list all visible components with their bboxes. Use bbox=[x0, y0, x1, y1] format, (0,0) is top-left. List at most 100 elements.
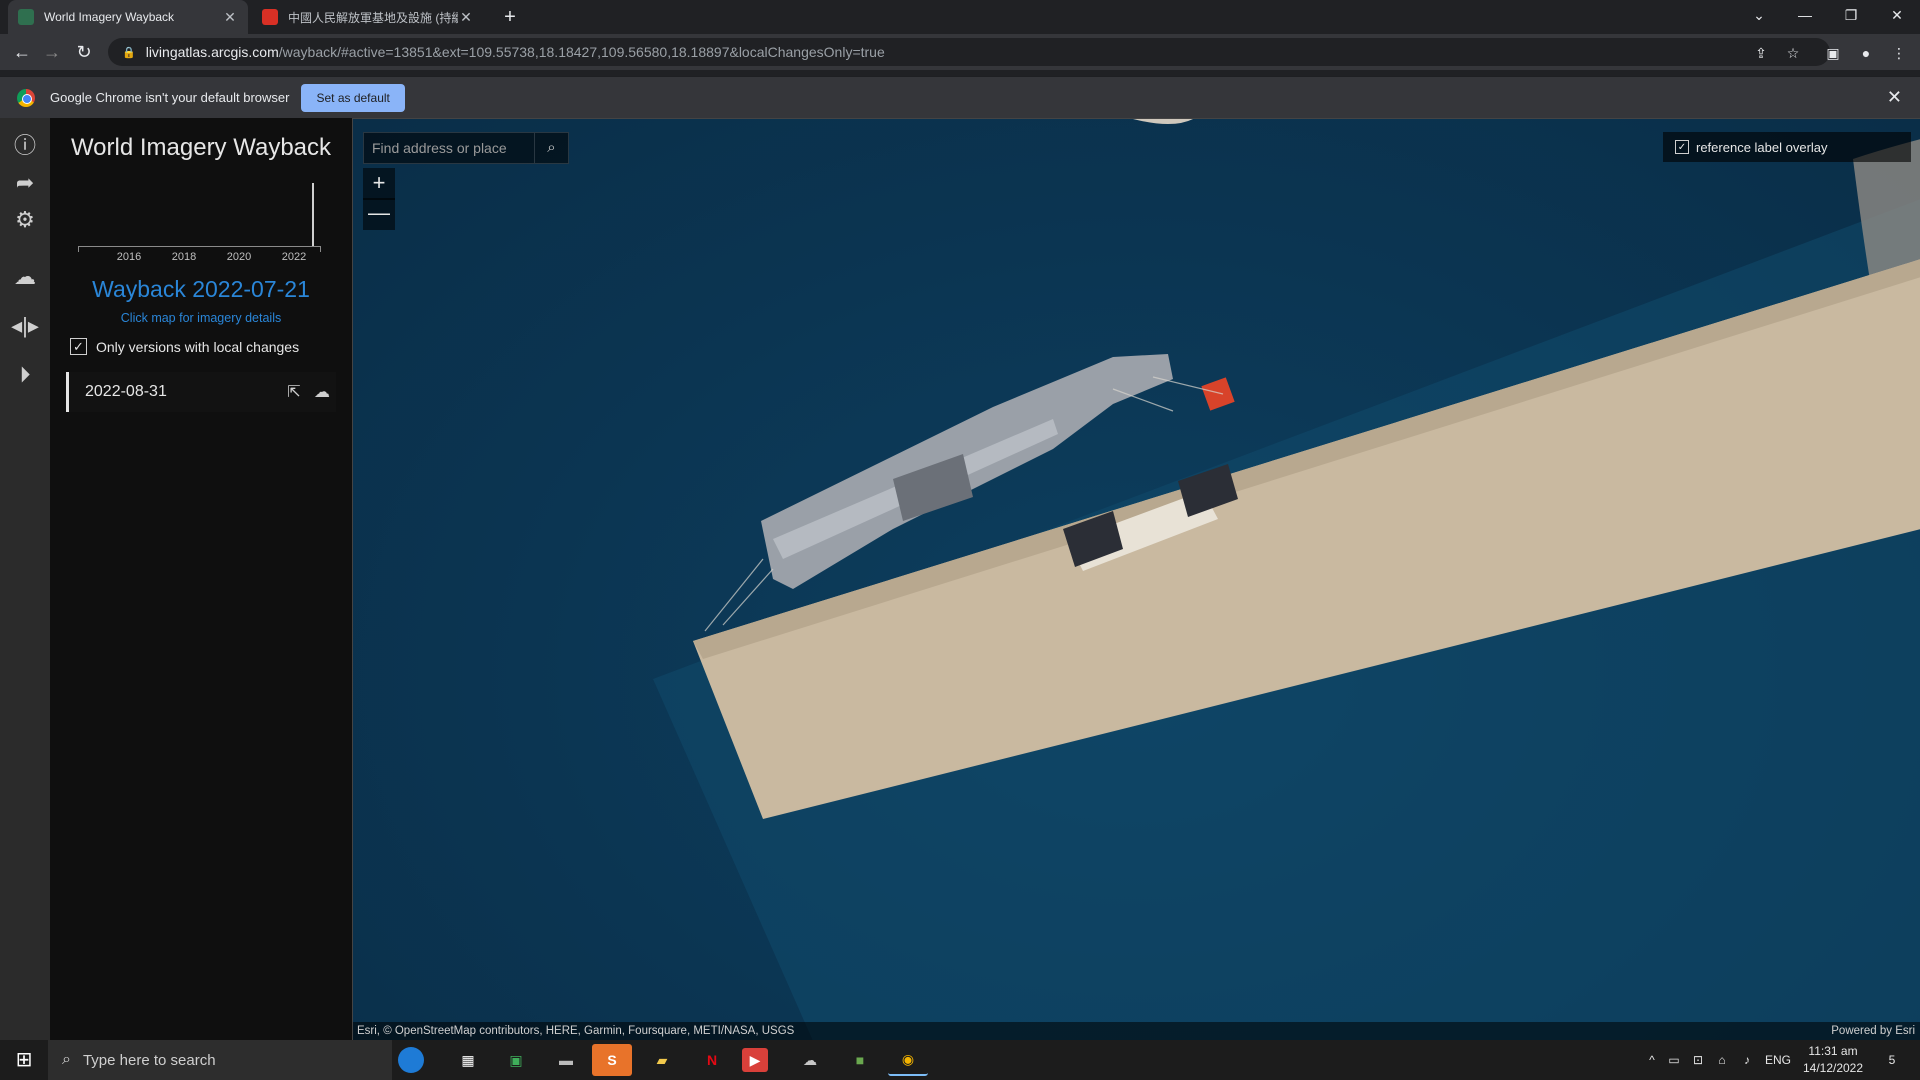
swipe-cloud-icon[interactable]: ☁ bbox=[11, 263, 39, 291]
side-panel-icon[interactable]: ▣ bbox=[1822, 42, 1844, 64]
windows-start-icon[interactable]: ⊞ bbox=[0, 1040, 48, 1080]
file-explorer-icon[interactable]: ▰ bbox=[642, 1044, 682, 1076]
search-input[interactable] bbox=[364, 133, 534, 163]
timeline-year-label: 2022 bbox=[281, 251, 307, 263]
default-browser-infobar: Google Chrome isn't your default browser… bbox=[0, 76, 1920, 118]
video-app-icon[interactable]: ▶ bbox=[742, 1048, 768, 1072]
timeline-axis bbox=[78, 246, 321, 247]
weather-app-icon[interactable]: ☁ bbox=[790, 1044, 830, 1076]
taskbar-search-placeholder: Type here to search bbox=[82, 1051, 216, 1069]
system-clock[interactable]: 11:31 am 14/12/2022 bbox=[1798, 1043, 1868, 1077]
address-bar[interactable]: 🔒 livingatlas.arcgis.com /wayback/#activ… bbox=[108, 38, 1830, 66]
overlay-label: reference label overlay bbox=[1696, 139, 1828, 155]
share-page-icon[interactable]: ⇪ bbox=[1750, 42, 1772, 64]
search-icon[interactable]: ⌕ bbox=[534, 133, 568, 163]
timeline-selected-marker[interactable] bbox=[312, 183, 314, 246]
map-attribution: Esri, © OpenStreetMap contributors, HERE… bbox=[353, 1022, 1920, 1040]
reload-icon[interactable]: ↻ bbox=[70, 38, 98, 66]
notification-count: 5 bbox=[1888, 1053, 1896, 1067]
store-icon[interactable]: ▦ bbox=[448, 1044, 488, 1076]
wayback-sidebar: World Imagery Wayback 2016 2018 2020 202… bbox=[50, 118, 352, 1040]
close-tab-icon[interactable]: ✕ bbox=[222, 9, 238, 26]
open-external-icon[interactable]: ⇱ bbox=[280, 382, 308, 402]
rocks bbox=[1133, 119, 1193, 124]
local-changes-label: Only versions with local changes bbox=[96, 338, 300, 355]
version-list-item[interactable]: 2022-08-31 ⇱ ☁ bbox=[66, 372, 336, 412]
bookmark-star-icon[interactable]: ☆ bbox=[1782, 42, 1804, 64]
share-icon[interactable]: ➦ bbox=[11, 169, 39, 197]
gear-icon[interactable]: ⚙ bbox=[11, 206, 39, 234]
checkmark-icon[interactable]: ✓ bbox=[70, 338, 87, 355]
timeline-year-label: 2018 bbox=[171, 251, 197, 263]
minecraft-icon[interactable]: ■ bbox=[840, 1044, 880, 1076]
profile-avatar-icon[interactable]: ● bbox=[1855, 42, 1877, 64]
volume-icon[interactable]: ♪ bbox=[1736, 1040, 1758, 1080]
chrome-menu-icon[interactable]: ⋮ bbox=[1888, 42, 1910, 64]
timeline-year-label: 2016 bbox=[116, 251, 142, 263]
clock-date: 14/12/2022 bbox=[1802, 1061, 1864, 1075]
edge-icon[interactable] bbox=[398, 1047, 424, 1073]
network-icon[interactable]: ⊡ bbox=[1688, 1040, 1708, 1080]
close-window-button[interactable]: ✕ bbox=[1874, 0, 1920, 30]
maps-pin-favicon-icon bbox=[262, 9, 278, 25]
battery-icon[interactable]: ▭ bbox=[1664, 1040, 1684, 1080]
powered-by-esri[interactable]: Powered by Esri bbox=[1831, 1022, 1915, 1040]
set-as-default-button[interactable]: Set as default bbox=[301, 83, 405, 112]
language-indicator[interactable]: ENG bbox=[1762, 1040, 1794, 1080]
chrome-logo-icon bbox=[17, 88, 35, 107]
close-infobar-icon[interactable]: ✕ bbox=[1887, 87, 1902, 108]
zoom-in-button[interactable]: + bbox=[363, 168, 395, 200]
browser-toolbar: ← → ↻ 🔒 livingatlas.arcgis.com /wayback/… bbox=[0, 34, 1920, 70]
zoom-out-button[interactable]: — bbox=[363, 198, 395, 230]
chrome-taskbar-icon[interactable]: ◉ bbox=[888, 1044, 928, 1076]
reference-label-overlay-toggle[interactable]: ✓ reference label overlay bbox=[1663, 132, 1911, 162]
timeline-tick bbox=[320, 247, 321, 252]
forward-arrow-icon[interactable]: → bbox=[38, 38, 66, 66]
infobar-message: Google Chrome isn't your default browser bbox=[50, 90, 290, 105]
release-timeline[interactable]: 2016 2018 2020 2022 bbox=[78, 181, 323, 263]
satellite-imagery bbox=[653, 119, 1920, 1040]
app-window-icon[interactable]: ▬ bbox=[546, 1044, 586, 1076]
windows-taskbar: ⊞ ⌕ Type here to search ▦ ▣ ▬ S ▰ N ▶ ☁ … bbox=[0, 1040, 1920, 1080]
tab-pla-bases[interactable]: 中國人民解放軍基地及設施 (持續 ✕ bbox=[252, 0, 484, 34]
new-tab-button[interactable]: + bbox=[498, 5, 522, 29]
url-path: /wayback/#active=13851&ext=109.55738,18.… bbox=[278, 44, 885, 60]
restore-button[interactable]: ❐ bbox=[1828, 0, 1874, 30]
checkmark-icon[interactable]: ✓ bbox=[1675, 140, 1689, 154]
cloud-upload-icon[interactable]: ☁ bbox=[308, 382, 336, 402]
lock-icon: 🔒 bbox=[122, 46, 136, 59]
tab-world-imagery-wayback[interactable]: World Imagery Wayback ✕ bbox=[8, 0, 248, 34]
url-host: livingatlas.arcgis.com bbox=[145, 44, 279, 60]
wifi-icon[interactable]: ⌂ bbox=[1712, 1040, 1732, 1080]
tab-title: 中國人民解放軍基地及設施 (持續 bbox=[288, 10, 458, 25]
map-search: ⌕ bbox=[363, 132, 569, 164]
tab-search-chevron-icon[interactable]: ⌄ bbox=[1736, 0, 1782, 30]
wayback-favicon-icon bbox=[18, 9, 34, 25]
search-icon: ⌕ bbox=[62, 1051, 71, 1068]
browser-tab-strip: World Imagery Wayback ✕ 中國人民解放軍基地及設施 (持續… bbox=[0, 0, 1920, 34]
local-changes-checkbox[interactable]: ✓ Only versions with local changes bbox=[70, 338, 299, 355]
skype-icon[interactable]: S bbox=[592, 1044, 632, 1076]
netflix-icon[interactable]: N bbox=[692, 1044, 732, 1076]
minimize-button[interactable]: — bbox=[1782, 0, 1828, 30]
tray-chevron-icon[interactable]: ^ bbox=[1642, 1040, 1662, 1080]
close-tab-icon[interactable]: ✕ bbox=[458, 9, 474, 26]
play-icon[interactable]: ⏵ bbox=[11, 361, 39, 389]
timeline-tick bbox=[78, 247, 79, 252]
imagery-details-hint: Click map for imagery details bbox=[120, 311, 282, 325]
terminal-icon[interactable]: ▣ bbox=[496, 1044, 536, 1076]
swipe-icon[interactable]: ◂|▸ bbox=[11, 312, 39, 340]
red-crane bbox=[1201, 377, 1235, 411]
app-title: World Imagery Wayback bbox=[70, 134, 332, 161]
attribution-text: Esri, © OpenStreetMap contributors, HERE… bbox=[357, 1025, 795, 1037]
back-arrow-icon[interactable]: ← bbox=[8, 38, 36, 66]
notification-center-icon[interactable]: 5 bbox=[1872, 1040, 1912, 1080]
tab-title: World Imagery Wayback bbox=[44, 10, 175, 24]
timeline-year-label: 2020 bbox=[226, 251, 252, 263]
map-view[interactable]: ⌕ + — ✓ reference label overlay Esri, © … bbox=[352, 118, 1920, 1040]
release-title[interactable]: Wayback 2022-07-21 bbox=[50, 276, 352, 303]
info-icon[interactable]: ⓘ bbox=[11, 132, 39, 160]
clock-time: 11:31 am bbox=[1808, 1044, 1858, 1058]
taskbar-search[interactable]: ⌕ Type here to search bbox=[48, 1040, 392, 1080]
left-nav-rail: ⓘ ➦ ⚙ ☁ ◂|▸ ⏵ bbox=[0, 118, 50, 1040]
